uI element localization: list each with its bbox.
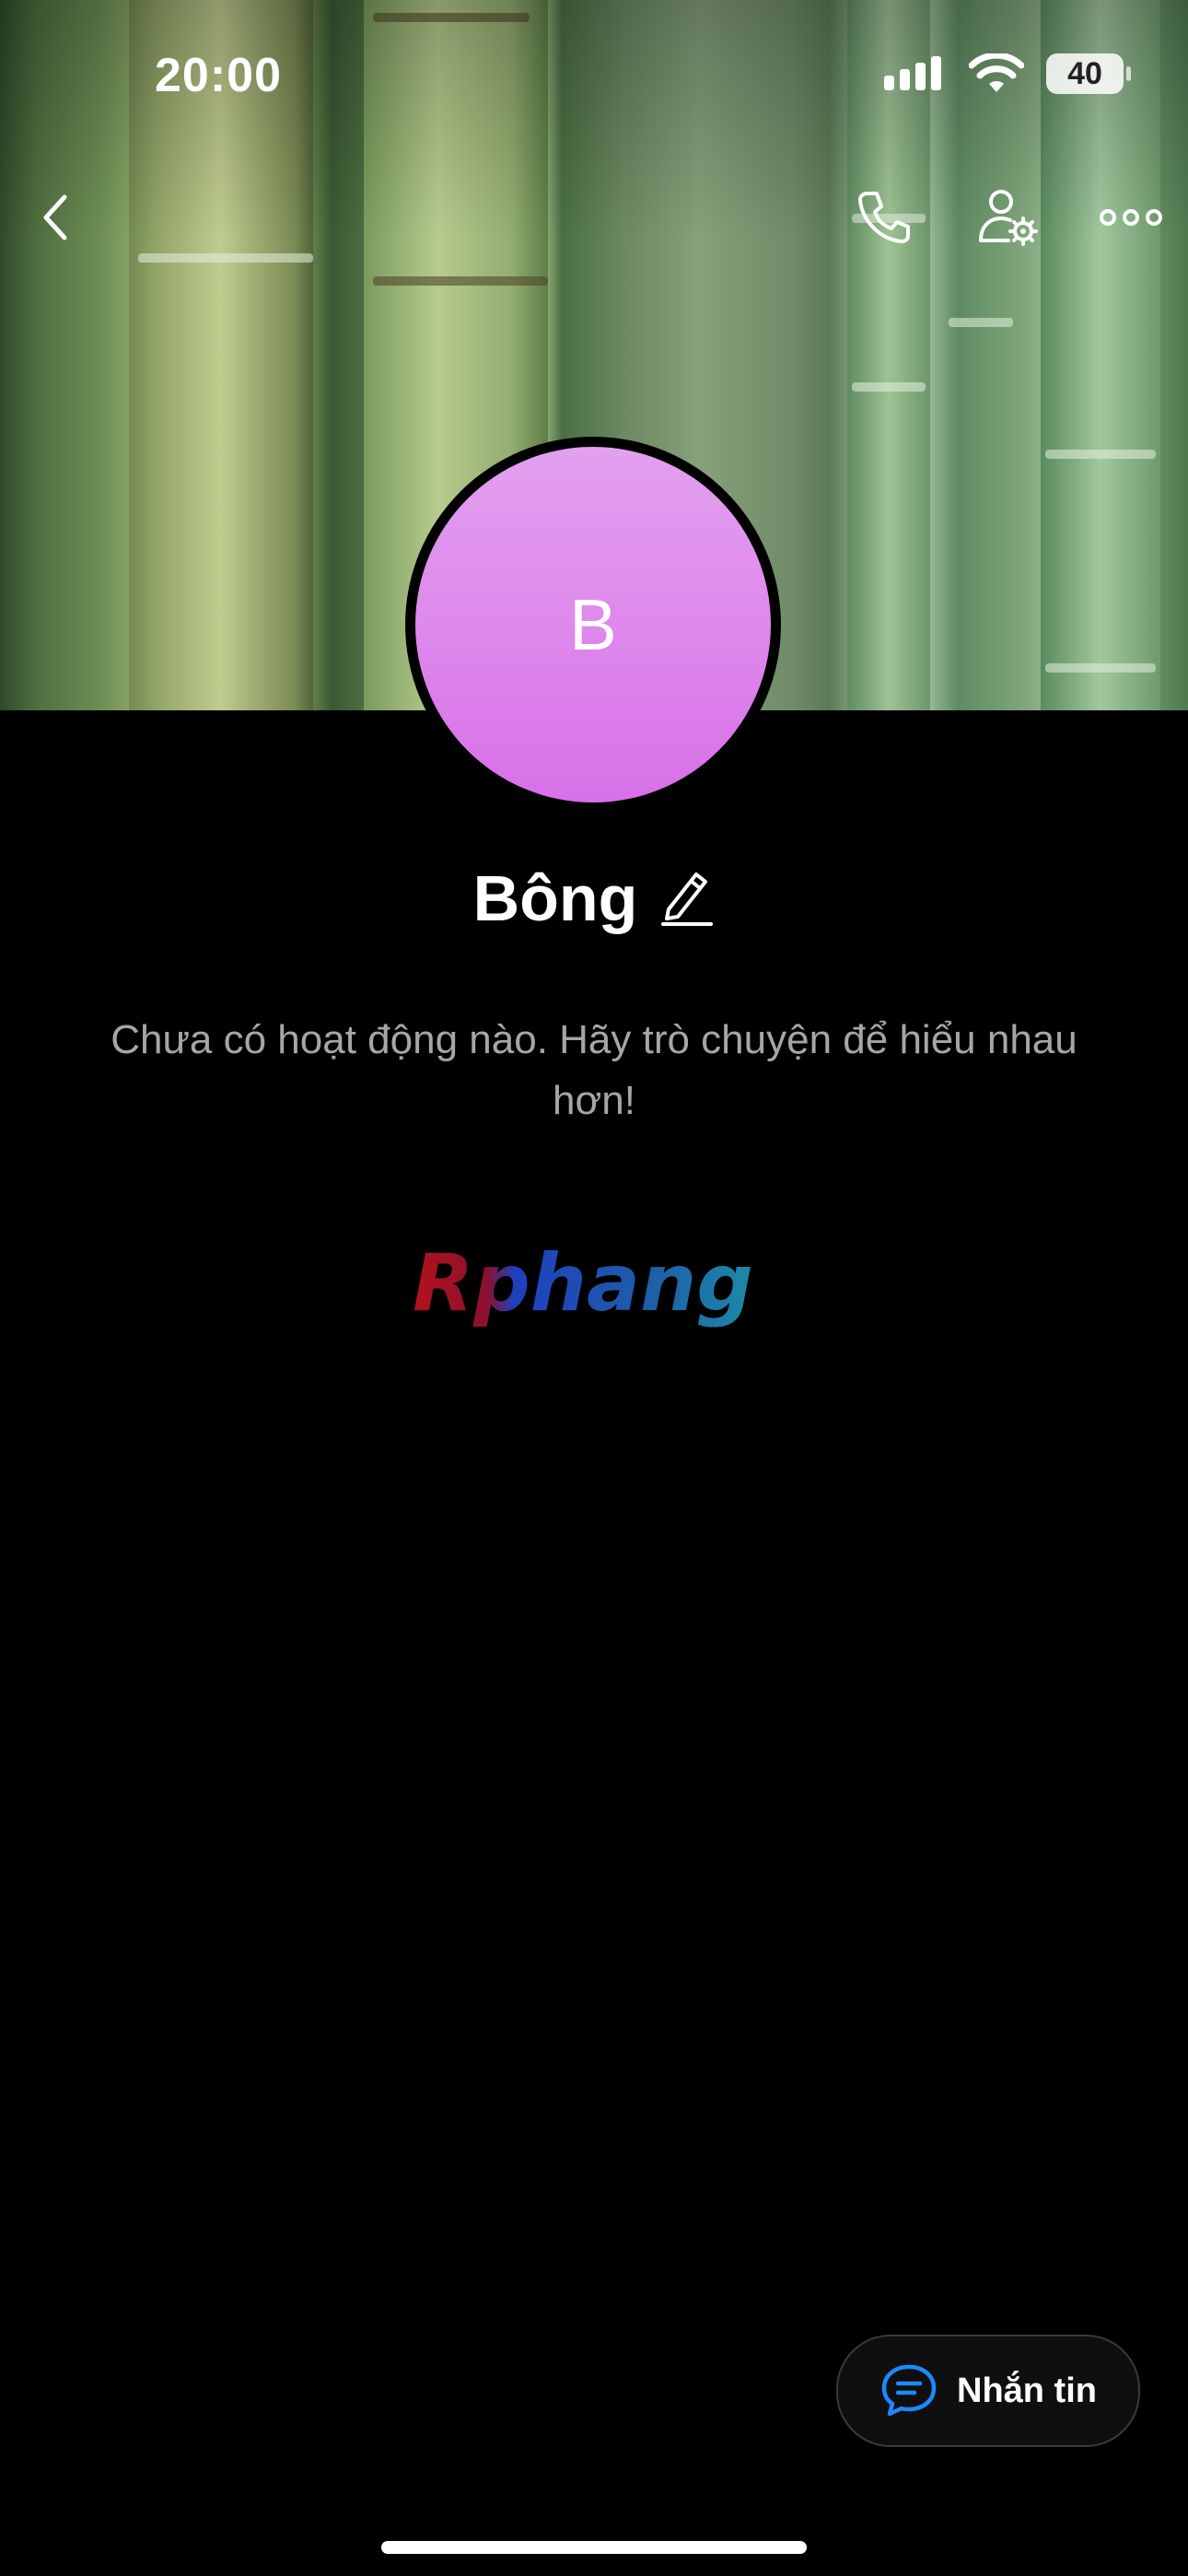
svg-text:Rphang: Rphang bbox=[413, 1237, 753, 1329]
status-time: 20:00 bbox=[155, 49, 282, 102]
profile-name: Bông bbox=[472, 862, 638, 934]
pencil-icon bbox=[661, 872, 714, 926]
status-icons: 40 bbox=[882, 53, 1131, 94]
user-gear-icon bbox=[979, 190, 1038, 246]
phone-icon bbox=[858, 192, 910, 243]
chat-bubble-icon bbox=[881, 2364, 937, 2417]
message-button-label: Nhắn tin bbox=[957, 2371, 1097, 2410]
more-options-button[interactable] bbox=[1094, 184, 1168, 251]
profile-settings-button[interactable] bbox=[974, 184, 1041, 251]
battery-indicator: 40 bbox=[1046, 53, 1131, 94]
wifi-icon bbox=[969, 53, 1024, 92]
edit-name-button[interactable] bbox=[659, 867, 715, 931]
home-indicator[interactable] bbox=[381, 2541, 807, 2554]
profile-name-row: Bông bbox=[0, 861, 1188, 935]
cellular-signal-icon bbox=[884, 56, 941, 90]
activity-message: Chưa có hoạt động nào. Hãy trò chuyện để… bbox=[111, 1017, 1077, 1123]
call-button[interactable] bbox=[851, 184, 917, 251]
battery-level: 40 bbox=[1067, 55, 1102, 91]
avatar[interactable]: B bbox=[405, 437, 781, 813]
message-button[interactable]: Nhắn tin bbox=[836, 2335, 1140, 2447]
ellipsis-icon bbox=[1100, 209, 1162, 226]
watermark-logo: Rphang bbox=[413, 1237, 753, 1329]
chevron-left-icon bbox=[43, 194, 67, 240]
back-button[interactable] bbox=[22, 184, 88, 251]
avatar-initial: B bbox=[415, 447, 771, 802]
